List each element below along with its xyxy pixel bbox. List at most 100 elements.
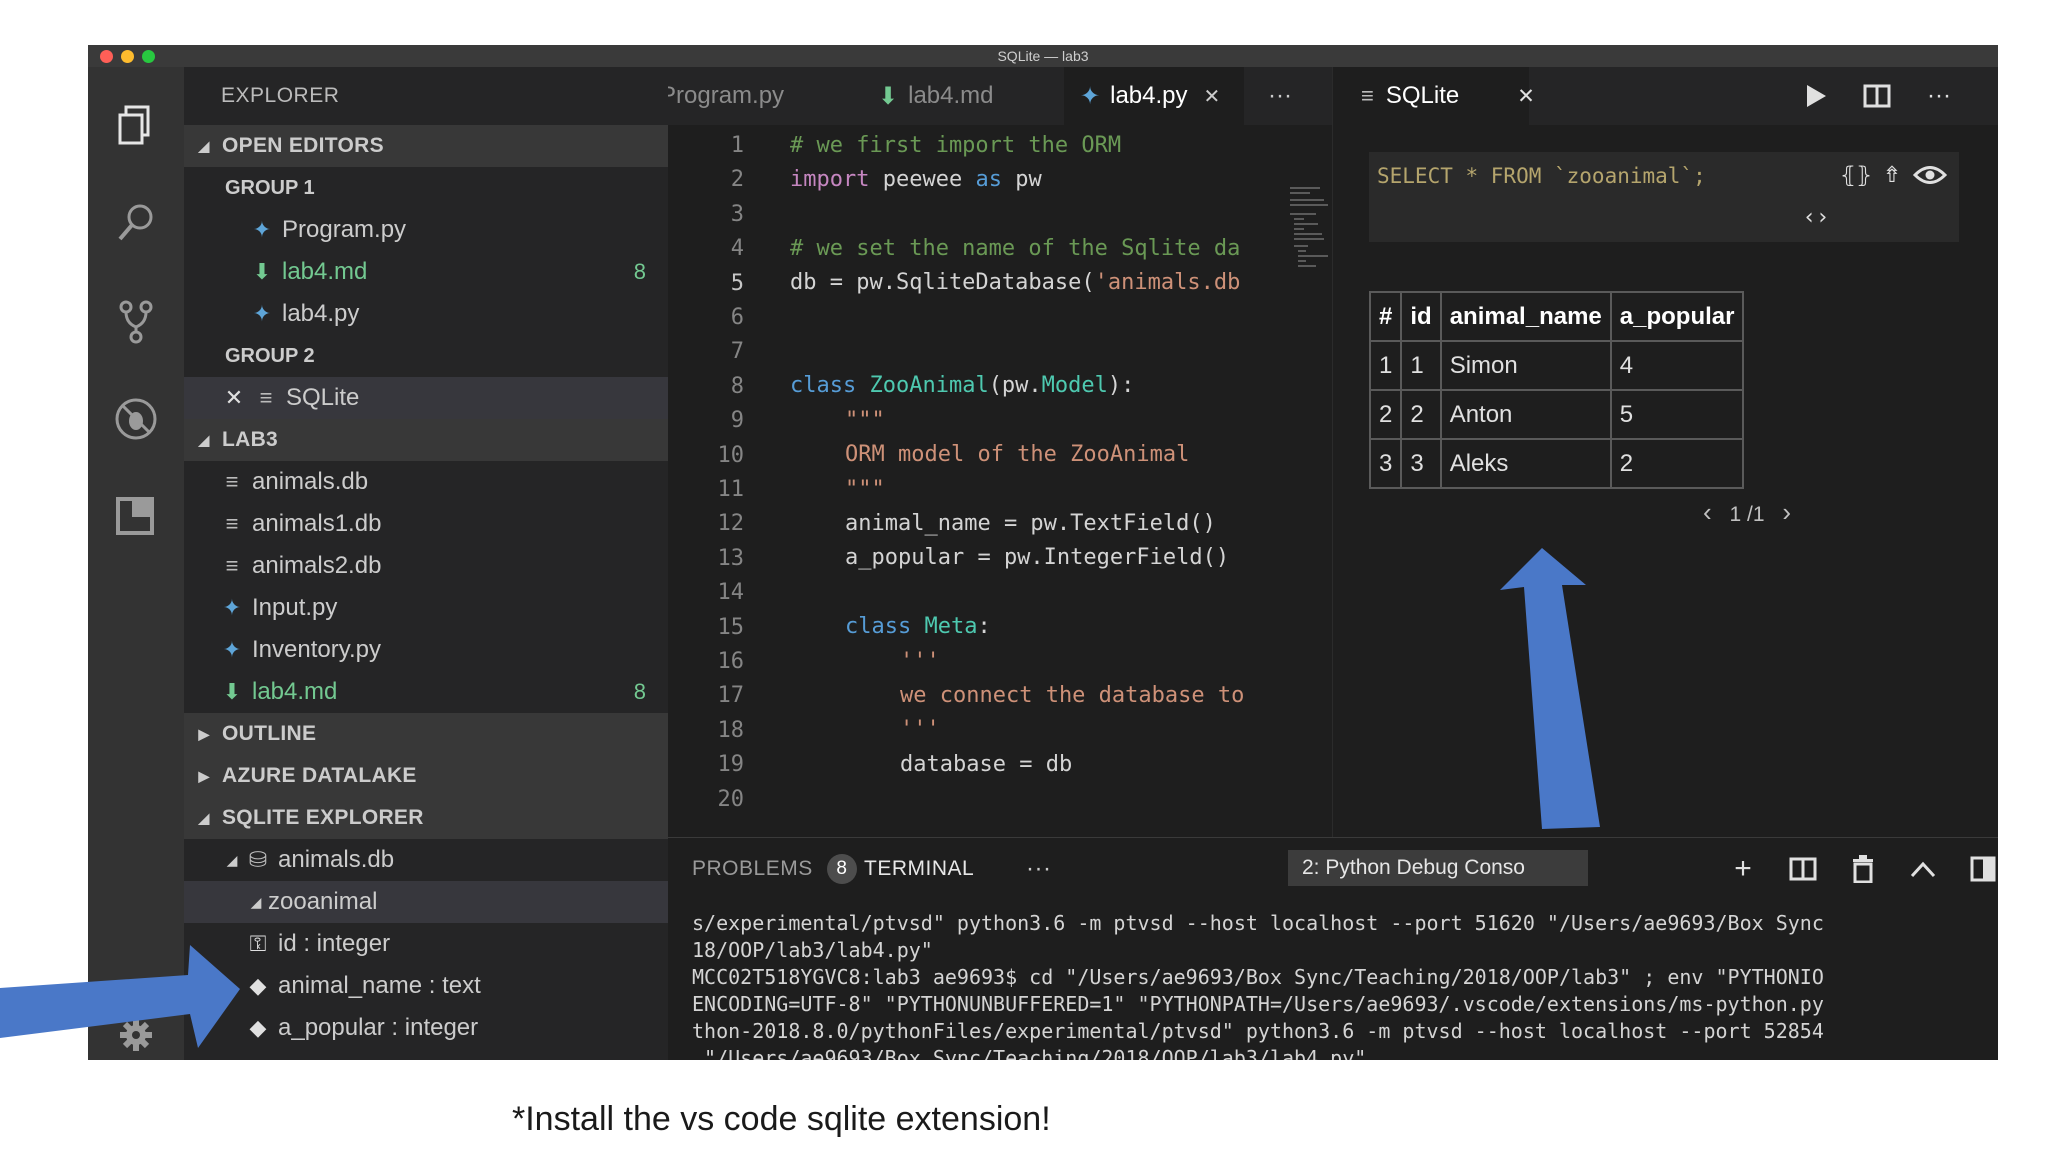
file-label: animals.db (252, 468, 369, 495)
trash-icon[interactable] (1846, 852, 1880, 886)
explorer-sidebar: EXPLORER ◢ OPEN EDITORS GROUP 1 ✦ Progra… (184, 67, 668, 1060)
more-label: ··· (1268, 82, 1292, 109)
maximize-window-button[interactable] (142, 50, 155, 63)
more-label: ··· (1026, 855, 1052, 882)
line-number: 1 (730, 133, 744, 158)
file-input-py[interactable]: ✦ Input.py (184, 587, 668, 629)
minimize-window-button[interactable] (121, 50, 134, 63)
file-animals-db[interactable]: ≡ animals.db (184, 461, 668, 503)
tab-label: lab4.md (908, 82, 994, 109)
debug-icon[interactable] (108, 391, 164, 447)
more-actions-icon[interactable]: ··· (1026, 838, 1051, 900)
python-file-icon: ✦ (1080, 82, 1101, 110)
column-header[interactable]: animal_name (1439, 291, 1612, 342)
line-number: 6 (730, 305, 744, 330)
tab-terminal[interactable]: TERMINAL (864, 838, 974, 900)
column-header[interactable]: a_popular (1609, 291, 1745, 342)
line-number: 11 (717, 477, 745, 502)
sqlite-column-id[interactable]: ⚿ id : integer (184, 923, 668, 965)
next-page-button[interactable]: › (1782, 497, 1791, 527)
extensions-icon[interactable] (108, 487, 164, 543)
table-cell: Simon (1439, 340, 1612, 391)
prev-page-button[interactable]: ‹ (1703, 497, 1712, 527)
section-label: LAB3 (222, 428, 279, 451)
code-toggle-icon[interactable]: ‹› (1799, 200, 1833, 234)
collapse-triangle-icon: ◢ (198, 809, 210, 826)
split-terminal-icon[interactable] (1786, 852, 1820, 886)
code-line-13: a_popular = pw.IntegerField() (845, 545, 1230, 570)
diamond-icon: ◆ (249, 973, 267, 998)
window-title: SQLite — lab3 (997, 48, 1089, 64)
open-editor-lab4-py[interactable]: ✦ lab4.py (184, 293, 668, 335)
sqlite-column-a-popular[interactable]: ◆ a_popular : integer (184, 1007, 668, 1049)
key-icon: ⚿ (249, 931, 267, 956)
open-editor-program-py[interactable]: ✦ Program.py (184, 209, 668, 251)
tab-problems[interactable]: PROBLEMS 8 (692, 838, 857, 900)
table-cell: 1 (1400, 340, 1442, 391)
settings-gear-icon[interactable] (108, 1007, 164, 1060)
line-number: 13 (717, 545, 745, 571)
sqlite-table-zooanimal[interactable]: ◢ zooanimal (184, 881, 668, 923)
open-editors-section[interactable]: ◢ OPEN EDITORS (184, 125, 668, 167)
column-label: animal_name : text (278, 972, 481, 999)
query-box[interactable]: SELECT * FROM `zooanimal`; ⦃⦄ ⇮ ‹› (1369, 152, 1959, 242)
open-editor-sqlite[interactable]: ✕ ≡ SQLite (184, 377, 668, 419)
terminal-select[interactable]: 2: Python Debug Conso (1288, 850, 1588, 886)
terminal-output[interactable]: s/experimental/ptvsd" python3.6 -m ptvsd… (692, 910, 1992, 1060)
table-row: 3 3 Aleks 2 (1368, 438, 1745, 489)
minimap[interactable] (1288, 183, 1332, 303)
tab-sqlite[interactable]: ≡ SQLite ✕ (1333, 67, 1535, 125)
new-terminal-icon[interactable]: + (1726, 852, 1760, 886)
source-control-icon[interactable] (108, 293, 164, 349)
expand-triangle-icon: ▶ (198, 725, 210, 742)
run-query-icon[interactable] (1801, 81, 1831, 111)
line-number: 14 (717, 580, 745, 606)
tab-label: TERMINAL (864, 857, 975, 880)
column-header[interactable]: id (1400, 291, 1442, 342)
lab3-folder-section[interactable]: ◢ LAB3 (184, 419, 668, 461)
section-label: OPEN EDITORS (222, 134, 384, 157)
split-editor-icon[interactable] (1861, 81, 1893, 111)
panel-layout-icon[interactable] (1966, 852, 1998, 886)
eye-icon[interactable] (1911, 158, 1949, 192)
export-icon[interactable]: ⇮ (1875, 158, 1909, 192)
more-actions-icon[interactable]: ··· (1919, 81, 1959, 111)
tab-lab4-py[interactable]: ✦ lab4.py ✕ (1064, 67, 1244, 125)
azure-datalake-section[interactable]: ▶ AZURE DATALAKE (184, 755, 668, 797)
problems-count-badge: 8 (826, 854, 857, 884)
sqlite-column-animal-name[interactable]: ◆ animal_name : text (184, 965, 668, 1007)
problems-badge: 8 (633, 259, 646, 284)
file-label: animals2.db (252, 552, 382, 579)
file-lab4-md[interactable]: ⬇ lab4.md 8 (184, 671, 668, 713)
page-indicator: 1 /1 (1729, 503, 1765, 526)
python-file-icon: ✦ (252, 217, 272, 242)
file-inventory-py[interactable]: ✦ Inventory.py (184, 629, 668, 671)
tab-program-py[interactable]: Program.py (668, 67, 828, 125)
file-animals2-db[interactable]: ≡ animals2.db (184, 545, 668, 587)
column-header[interactable]: # (1368, 291, 1403, 342)
format-query-icon[interactable]: ⦃⦄ (1839, 158, 1873, 192)
more-actions-icon[interactable]: ··· (1268, 67, 1318, 125)
python-file-icon: ✦ (222, 637, 242, 662)
sqlite-db-animals[interactable]: ◢ ⛁ animals.db (184, 839, 668, 881)
close-icon[interactable]: ✕ (222, 385, 246, 411)
code-area[interactable]: 1 2 3 4 5 6 7 8 9 10 11 12 13 14 15 16 17 18 19 20 # we fir… (668, 125, 1332, 837)
tab-lab4-md[interactable]: ⬇ lab4.md (878, 67, 1048, 125)
open-editor-lab4-md[interactable]: ⬇ lab4.md 8 (184, 251, 668, 293)
table-cell: 2 (1400, 389, 1442, 440)
close-window-button[interactable] (100, 50, 113, 63)
explorer-files-icon[interactable] (108, 97, 164, 153)
close-tab-icon[interactable]: ✕ (1517, 84, 1535, 109)
line-number: 20 (717, 786, 745, 812)
tab-label: PROBLEMS (692, 857, 813, 880)
file-lines-icon: ≡ (225, 511, 239, 536)
close-tab-icon[interactable]: ✕ (1204, 84, 1221, 109)
outline-section[interactable]: ▶ OUTLINE (184, 713, 668, 755)
file-label: Input.py (252, 594, 338, 621)
sqlite-explorer-section[interactable]: ◢ SQLITE EXPLORER (184, 797, 668, 839)
chevron-up-icon[interactable] (1906, 852, 1940, 886)
section-label: OUTLINE (222, 722, 317, 745)
file-label: Inventory.py (252, 636, 381, 663)
file-animals1-db[interactable]: ≡ animals1.db (184, 503, 668, 545)
search-icon[interactable] (108, 195, 164, 251)
